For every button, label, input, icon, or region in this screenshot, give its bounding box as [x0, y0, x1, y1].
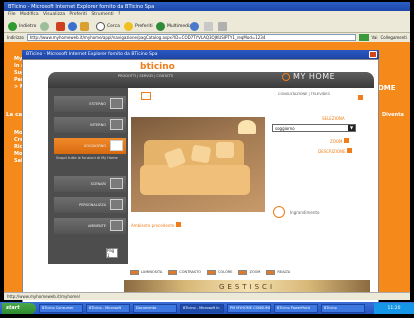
description-link[interactable]: DESCRIZIONE: [318, 148, 352, 154]
zoom-icon: [238, 269, 248, 275]
go-label: Vai: [371, 35, 378, 40]
home-small-icon[interactable]: [141, 92, 151, 100]
page-indicator[interactable]: Pag 1: [106, 248, 118, 258]
taskbar-item[interactable]: PM MYHOME CONSUMER: [227, 303, 271, 313]
history-button[interactable]: [190, 21, 199, 31]
lamp-shape: [238, 120, 256, 134]
back-bullet-icon: [175, 222, 181, 227]
subtabs[interactable]: PRODOTTI | SERVIZI | CONTATTI: [118, 74, 173, 78]
mail-icon: [204, 21, 213, 31]
contrast-icon: [168, 269, 178, 275]
menu-description: Scopri tutte le funzioni di My Home: [56, 156, 118, 160]
menu-button-interno[interactable]: INTERNO: [54, 117, 126, 133]
menu-favorites[interactable]: Preferiti: [69, 12, 87, 17]
menu-button-scenari[interactable]: SCENARI: [54, 176, 126, 192]
stop-button[interactable]: [56, 21, 65, 31]
inner-window-title: BTicino - Microsoft Internet Explorer fo…: [22, 50, 379, 59]
forward-button[interactable]: [40, 21, 49, 31]
menu-tools[interactable]: Strumenti: [91, 12, 113, 17]
top-link-bullet-icon: [358, 95, 363, 100]
chevron-down-icon[interactable]: ▼: [348, 125, 355, 131]
menu-button-personalizza[interactable]: PERSONALIZZA: [54, 197, 126, 213]
taskbar: start BTicino Consumer BTicino - Microso…: [0, 302, 414, 314]
myhome-logo: MY HOME: [282, 72, 335, 81]
menu-button-ambiente[interactable]: AMBIENTE: [54, 218, 126, 234]
address-input[interactable]: http://www.myhomeweb.it/myhome/appl/navi…: [26, 34, 356, 41]
room-select[interactable]: soggiorno ▼: [272, 124, 356, 132]
interior-icon: [110, 119, 123, 130]
color-control[interactable]: COLORE: [207, 269, 232, 275]
menu-help[interactable]: ?: [118, 12, 120, 17]
reality-icon: [266, 269, 276, 275]
taskbar-item[interactable]: BTicino PowerPoint: [274, 303, 318, 313]
forward-arrow-icon: [40, 21, 49, 31]
history-icon: [190, 21, 199, 31]
favorites-button[interactable]: Preferiti: [124, 21, 153, 31]
select-label: SELEZIONA: [322, 116, 345, 121]
back-arrow-icon: [8, 21, 17, 31]
home-icon: [80, 21, 89, 31]
previous-room-link[interactable]: Ambiente precedente: [131, 222, 181, 228]
taskbar-item[interactable]: BTicino Consumer: [39, 303, 83, 313]
personalize-icon: [110, 199, 123, 210]
description-bullet-icon: [346, 148, 352, 153]
print-icon: [218, 21, 227, 31]
refresh-icon: [68, 21, 77, 31]
bottom-controls: LUMINOSITA CONTRASTO COLORE ZOOM REALTA: [130, 268, 370, 276]
menu-view[interactable]: Visualizza: [43, 12, 65, 17]
taskbar-item[interactable]: BTicino - Microsoft: [86, 303, 130, 313]
links-label[interactable]: Collegamenti: [381, 35, 408, 40]
taskbar-item[interactable]: BTicino: [321, 303, 365, 313]
print-button[interactable]: [218, 21, 227, 31]
media-icon: [156, 21, 165, 31]
brightness-icon: [130, 269, 139, 275]
contrast-control[interactable]: CONTRASTO: [168, 269, 201, 275]
stop-icon: [56, 21, 65, 31]
color-icon: [207, 269, 217, 275]
address-bar: Indirizzo http://www.myhomeweb.it/myhome…: [4, 33, 410, 42]
outer-menu-bar: File Modifica Visualizza Preferiti Strum…: [4, 11, 410, 19]
room-icon: [110, 220, 123, 231]
bticino-logo: bticino: [140, 62, 175, 72]
exterior-icon: [110, 98, 123, 109]
scenario-icon: [110, 178, 123, 189]
back-button[interactable]: Indietro: [8, 21, 36, 31]
outer-right-text: Diventa: [382, 112, 404, 118]
reality-control[interactable]: REALTA: [266, 269, 290, 275]
location-label: Ingrandimento: [290, 210, 320, 215]
close-icon[interactable]: [369, 51, 377, 58]
zoom-control[interactable]: ZOOM: [238, 269, 260, 275]
status-bar: http://www.myhomeweb.it/myhome/: [4, 292, 410, 300]
cushion: [216, 142, 234, 158]
menu-edit[interactable]: Modifica: [20, 12, 39, 17]
cushion: [190, 144, 212, 164]
home-button[interactable]: [80, 21, 89, 31]
menu-file[interactable]: File: [8, 12, 16, 17]
myhome-ring-icon: [282, 72, 290, 81]
outer-toolbar: Indietro Cerca Preferiti Multimedia: [4, 19, 410, 33]
menu-button-soggiorno[interactable]: SOGGIORNO: [54, 138, 126, 154]
outer-window-title: BTicino - Microsoft Internet Explorer fo…: [4, 2, 410, 11]
taskbar-item[interactable]: BTicino - Microsoft In: [180, 303, 224, 313]
search-button[interactable]: Cerca: [96, 21, 120, 31]
go-button[interactable]: [358, 34, 369, 41]
living-room-icon: [110, 140, 123, 151]
clock: 11:20: [374, 302, 414, 314]
zoom-bullet-icon: [343, 138, 349, 143]
search-icon: [96, 21, 105, 31]
sofa-seat: [140, 165, 250, 195]
zoom-link[interactable]: ZOOM: [330, 138, 349, 144]
start-button[interactable]: start: [2, 302, 36, 314]
media-button[interactable]: Multimedia: [156, 21, 192, 31]
address-label: Indirizzo: [7, 35, 24, 40]
zoom-ring-icon[interactable]: [273, 206, 285, 218]
refresh-button[interactable]: [68, 21, 77, 31]
mail-button[interactable]: [204, 21, 213, 31]
top-links[interactable]: CONSULTAZIONE | TELEVIDEO: [278, 92, 330, 96]
star-icon: [124, 21, 133, 31]
taskbar-item[interactable]: Documento: [133, 303, 177, 313]
brightness-control[interactable]: LUMINOSITA: [130, 269, 162, 275]
menu-button-esterno[interactable]: ESTERNO: [54, 96, 126, 112]
